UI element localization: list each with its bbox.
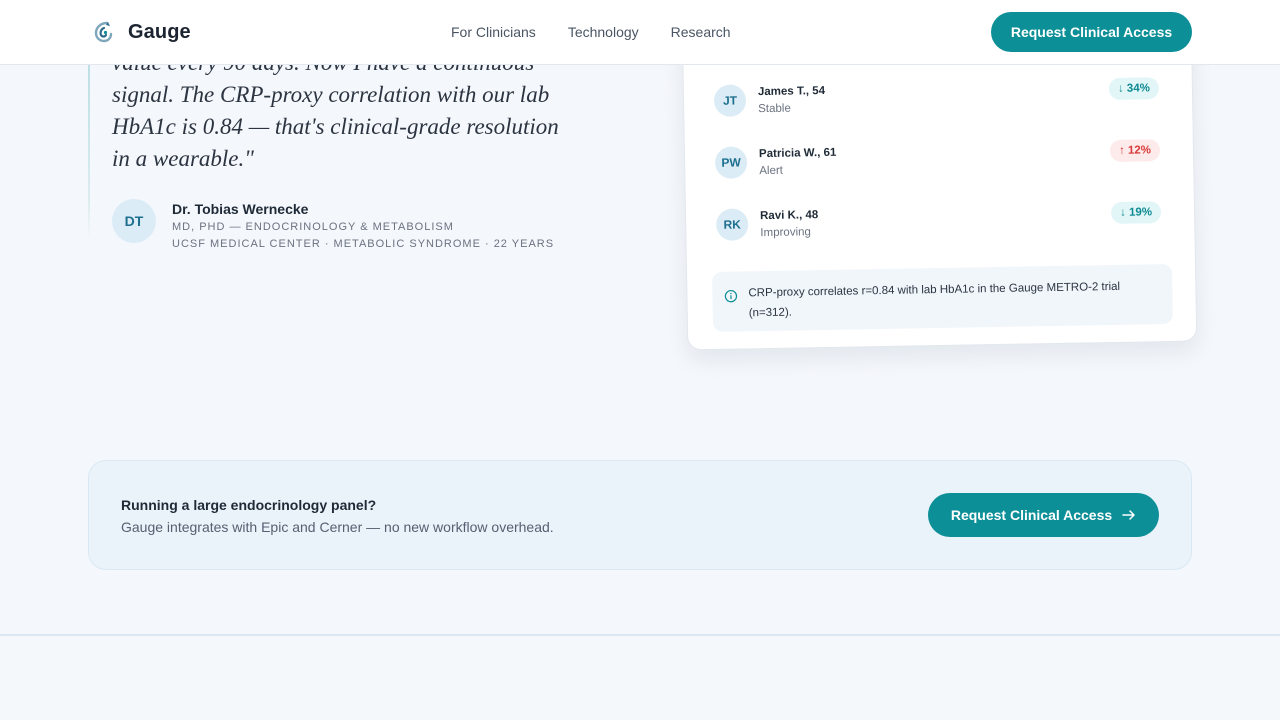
correlation-note: CRP-proxy correlates r=0.84 with lab HbA… — [712, 263, 1174, 332]
patient-status: Improving — [760, 226, 811, 240]
author-credentials: MD, PhD — Endocrinology & Metabolism — [172, 221, 454, 233]
nav-link-research[interactable]: Research — [671, 24, 731, 40]
patient-name: Ravi K., 48 — [759, 209, 819, 223]
patient-status: Stable — [758, 102, 791, 116]
testimonial-author: DT Dr. Tobias Wernecke MD, PhD — Endocri… — [112, 199, 554, 251]
patient-row[interactable]: RK Ravi K., 48 Improving ↓ 19% — [715, 201, 1162, 245]
arrow-right-icon — [1122, 510, 1135, 520]
patient-row[interactable]: JT James T., 54 Stable ↓ 34% — [713, 77, 1160, 121]
banner-subtitle: Gauge integrates with Epic and Cerner — … — [121, 519, 554, 535]
patient-status: Alert — [759, 164, 784, 178]
patient-avatar: PW — [714, 146, 748, 179]
request-access-button-header[interactable]: Request Clinical Access — [991, 12, 1192, 52]
brand[interactable]: Gauge — [93, 20, 191, 44]
patient-avatar: JT — [713, 84, 747, 117]
patient-avatar: RK — [715, 208, 749, 241]
author-avatar: DT — [112, 199, 156, 243]
top-navigation-bar: Gauge For Clinicians Technology Research… — [0, 0, 1280, 65]
patient-delta-badge: ↓ 34% — [1108, 77, 1160, 101]
patient-delta-badge: ↑ 12% — [1109, 139, 1161, 163]
request-access-button-banner[interactable]: Request Clinical Access — [928, 493, 1159, 537]
patient-name: James T., 54 — [757, 84, 826, 99]
author-details: Dr. Tobias Wernecke MD, PhD — Endocrinol… — [172, 199, 554, 251]
nav-link-for-clinicians[interactable]: For Clinicians — [451, 24, 536, 40]
footer-area — [0, 636, 1280, 720]
nav-link-technology[interactable]: Technology — [568, 24, 639, 40]
patient-name: Patricia W., 61 — [758, 146, 837, 161]
quote-line: in a wearable." — [112, 146, 254, 171]
author-affiliation: UCSF Medical Center · Metabolic Syndrome… — [172, 238, 555, 250]
cta-banner: Running a large endocrinology panel? Gau… — [88, 460, 1192, 570]
patient-delta-badge: ↓ 19% — [1110, 201, 1162, 225]
quote-line: signal. The CRP-proxy correlation with o… — [112, 82, 550, 107]
banner-title: Running a large endocrinology panel? — [121, 497, 377, 513]
author-name: Dr. Tobias Wernecke — [172, 201, 309, 217]
brand-name: Gauge — [128, 20, 191, 43]
gauge-logo-icon — [94, 21, 113, 43]
primary-nav: For Clinicians Technology Research — [451, 24, 763, 40]
info-icon — [724, 289, 738, 303]
quote-accent-rule — [88, 40, 90, 240]
quote-line: HbA1c is 0.84 — that's clinical-grade re… — [112, 114, 559, 139]
correlation-note-text: CRP-proxy correlates r=0.84 with lab HbA… — [748, 280, 1121, 320]
testimonial-quote: value every 90 days. Now I have a contin… — [112, 47, 612, 175]
banner-button-label: Request Clinical Access — [950, 507, 1113, 523]
patient-row[interactable]: PW Patricia W., 61 Alert ↑ 12% — [714, 139, 1161, 183]
